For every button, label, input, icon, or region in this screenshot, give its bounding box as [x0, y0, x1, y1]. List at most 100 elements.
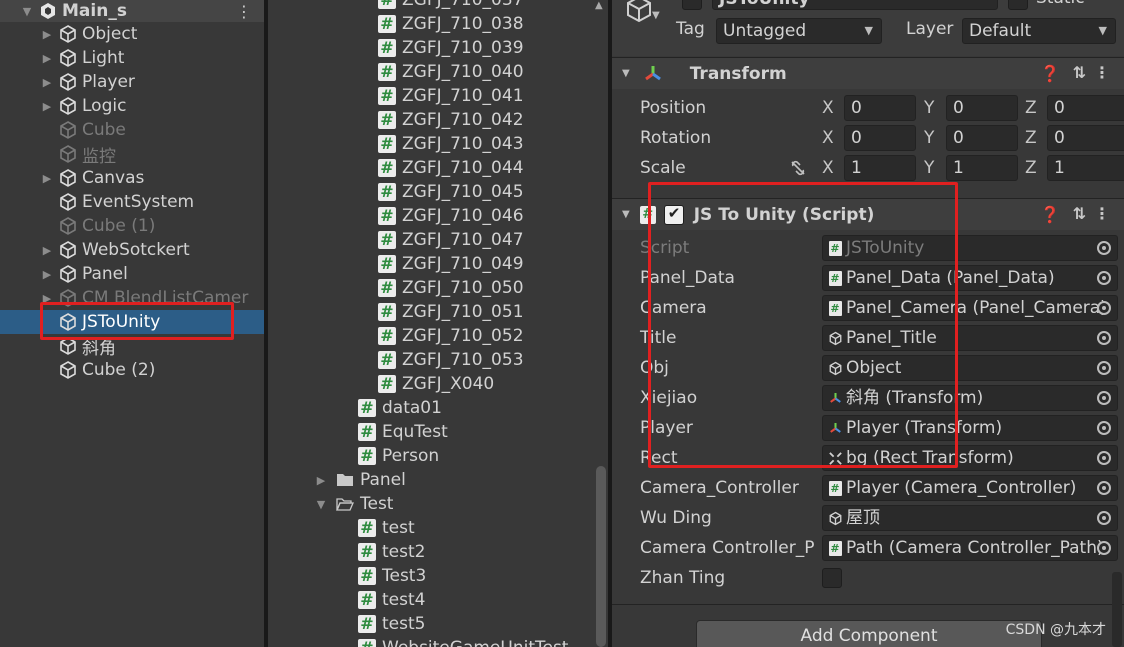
preset-icon[interactable]: ⇅	[1073, 204, 1086, 223]
chevron-down-icon[interactable]: ▼	[314, 497, 328, 511]
object-picker-icon[interactable]	[1097, 451, 1111, 465]
object-picker-icon[interactable]	[1097, 241, 1111, 255]
active-checkbox[interactable]	[682, 0, 702, 10]
object-name-field[interactable]: JSToUnity	[712, 0, 998, 10]
project-item[interactable]: # ZGFJ_710_038	[268, 12, 608, 36]
script-field-value[interactable]: # Path (Camera Controller_Path)	[822, 535, 1118, 561]
project-item[interactable]: # ZGFJ_710_045	[268, 180, 608, 204]
help-icon[interactable]: ❓	[1040, 64, 1060, 83]
hierarchy-item[interactable]: ▶ WebSotckert	[0, 238, 264, 262]
chevron-right-icon[interactable]: ▶	[40, 171, 54, 185]
project-item[interactable]: # test4	[268, 588, 608, 612]
tag-dropdown[interactable]: Untagged	[716, 18, 882, 44]
layer-dropdown[interactable]: Default	[962, 18, 1116, 44]
project-item[interactable]: # ZGFJ_X040	[268, 372, 608, 396]
tag-label: Tag	[676, 19, 705, 39]
project-item[interactable]: # ZGFJ_710_037	[268, 0, 608, 12]
script-icon: #	[378, 183, 396, 201]
project-item[interactable]: # ZGFJ_710_044	[268, 156, 608, 180]
chevron-right-icon[interactable]: ▶	[40, 243, 54, 257]
hierarchy-item[interactable]: EventSystem	[0, 190, 264, 214]
hierarchy-item[interactable]: Cube (2)	[0, 358, 264, 382]
project-item[interactable]: # test5	[268, 612, 608, 636]
hierarchy-item[interactable]: Cube (1)	[0, 214, 264, 238]
static-checkbox[interactable]	[1008, 0, 1028, 10]
project-item[interactable]: # ZGFJ_710_052	[268, 324, 608, 348]
transform-header[interactable]: ▼ Transform ❓ ⇅ ⋮	[612, 57, 1124, 89]
transform-x-field[interactable]: 0	[844, 95, 916, 121]
chevron-down-icon[interactable]: ▼	[622, 209, 630, 220]
transform-x-field[interactable]: 1	[844, 155, 916, 181]
hierarchy-item-label: Object	[82, 24, 138, 44]
project-item[interactable]: # ZGFJ_710_042	[268, 108, 608, 132]
transform-y-field[interactable]: 1	[946, 155, 1018, 181]
object-picker-icon[interactable]	[1097, 301, 1111, 315]
transform-z-field[interactable]: 0	[1047, 125, 1124, 151]
zhan-ting-checkbox[interactable]	[822, 568, 842, 588]
kebab-menu-icon[interactable]: ⋮	[1094, 63, 1110, 82]
object-picker-icon[interactable]	[1097, 361, 1111, 375]
chevron-down-icon[interactable]: ▼	[622, 68, 630, 79]
transform-x-field[interactable]: 0	[844, 125, 916, 151]
script-field-value[interactable]: 屋顶	[822, 505, 1118, 531]
hierarchy-item[interactable]: ▶ Player	[0, 70, 264, 94]
object-picker-icon[interactable]	[1097, 271, 1111, 285]
hierarchy-item[interactable]: 监控	[0, 142, 264, 167]
hierarchy-item[interactable]: ▶ Light	[0, 46, 264, 70]
project-scrollbar-thumb[interactable]	[596, 466, 606, 647]
scroll-up-arrow[interactable]: ▲	[594, 0, 604, 14]
transform-z-field[interactable]: 0	[1047, 95, 1124, 121]
project-item[interactable]: # Test3	[268, 564, 608, 588]
project-item[interactable]: # ZGFJ_710_043	[268, 132, 608, 156]
object-picker-icon[interactable]	[1097, 511, 1111, 525]
project-item[interactable]: # ZGFJ_710_041	[268, 84, 608, 108]
object-picker-icon[interactable]	[1097, 331, 1111, 345]
project-item[interactable]: ▶ Panel	[268, 468, 608, 492]
chevron-down-icon[interactable]: ▼	[652, 10, 660, 21]
gameobject-icon	[60, 97, 76, 115]
chevron-right-icon[interactable]: ▶	[40, 27, 54, 41]
project-item[interactable]: # ZGFJ_710_047	[268, 228, 608, 252]
object-picker-icon[interactable]	[1097, 391, 1111, 405]
project-item[interactable]: # ZGFJ_710_051	[268, 300, 608, 324]
chevron-right-icon[interactable]: ▶	[314, 473, 328, 487]
project-item[interactable]: # data01	[268, 396, 608, 420]
add-component-button[interactable]: Add Component	[696, 620, 1042, 647]
hierarchy-item[interactable]: ▶ Canvas	[0, 166, 264, 190]
chevron-right-icon[interactable]: ▶	[40, 51, 54, 65]
object-picker-icon[interactable]	[1097, 481, 1111, 495]
hierarchy-item[interactable]: ▶ Logic	[0, 94, 264, 118]
hierarchy-item[interactable]: ▶ Panel	[0, 262, 264, 286]
project-item[interactable]: # ZGFJ_710_049	[268, 252, 608, 276]
chevron-down-icon[interactable]: ▼	[20, 4, 34, 18]
project-item[interactable]: # ZGFJ_710_053	[268, 348, 608, 372]
chevron-right-icon[interactable]: ▶	[40, 267, 54, 281]
chevron-right-icon[interactable]: ▶	[40, 75, 54, 89]
transform-z-field[interactable]: 1	[1047, 155, 1124, 181]
help-icon[interactable]: ❓	[1040, 205, 1060, 224]
project-item[interactable]: # ZGFJ_710_050	[268, 276, 608, 300]
link-scale-icon[interactable]	[788, 158, 808, 178]
preset-icon[interactable]: ⇅	[1073, 63, 1086, 82]
object-picker-icon[interactable]	[1097, 421, 1111, 435]
hierarchy-item[interactable]: Cube	[0, 118, 264, 142]
kebab-menu-icon[interactable]: ⋮	[236, 2, 252, 21]
transform-y-field[interactable]: 0	[946, 95, 1018, 121]
project-item[interactable]: # WebsiteGameUnitTest	[268, 636, 608, 647]
project-item[interactable]: # Person	[268, 444, 608, 468]
chevron-right-icon[interactable]: ▶	[40, 99, 54, 113]
transform-y-field[interactable]: 0	[946, 125, 1018, 151]
project-item[interactable]: # ZGFJ_710_046	[268, 204, 608, 228]
object-picker-icon[interactable]	[1097, 541, 1111, 555]
project-item[interactable]: # EquTest	[268, 420, 608, 444]
project-item[interactable]: # test2	[268, 540, 608, 564]
project-item[interactable]: # ZGFJ_710_039	[268, 36, 608, 60]
hierarchy-item[interactable]: ▶ Object	[0, 22, 264, 46]
kebab-menu-icon[interactable]: ⋮	[1094, 204, 1110, 223]
project-item[interactable]: # test	[268, 516, 608, 540]
project-item[interactable]: ▼ Test	[268, 492, 608, 516]
script-field-value[interactable]: # Player (Camera_Controller)	[822, 475, 1118, 501]
project-item[interactable]: # ZGFJ_710_040	[268, 60, 608, 84]
axis-label-y: Y	[924, 158, 935, 178]
scene-header[interactable]: ▼ Main_s ⋮	[0, 0, 264, 22]
